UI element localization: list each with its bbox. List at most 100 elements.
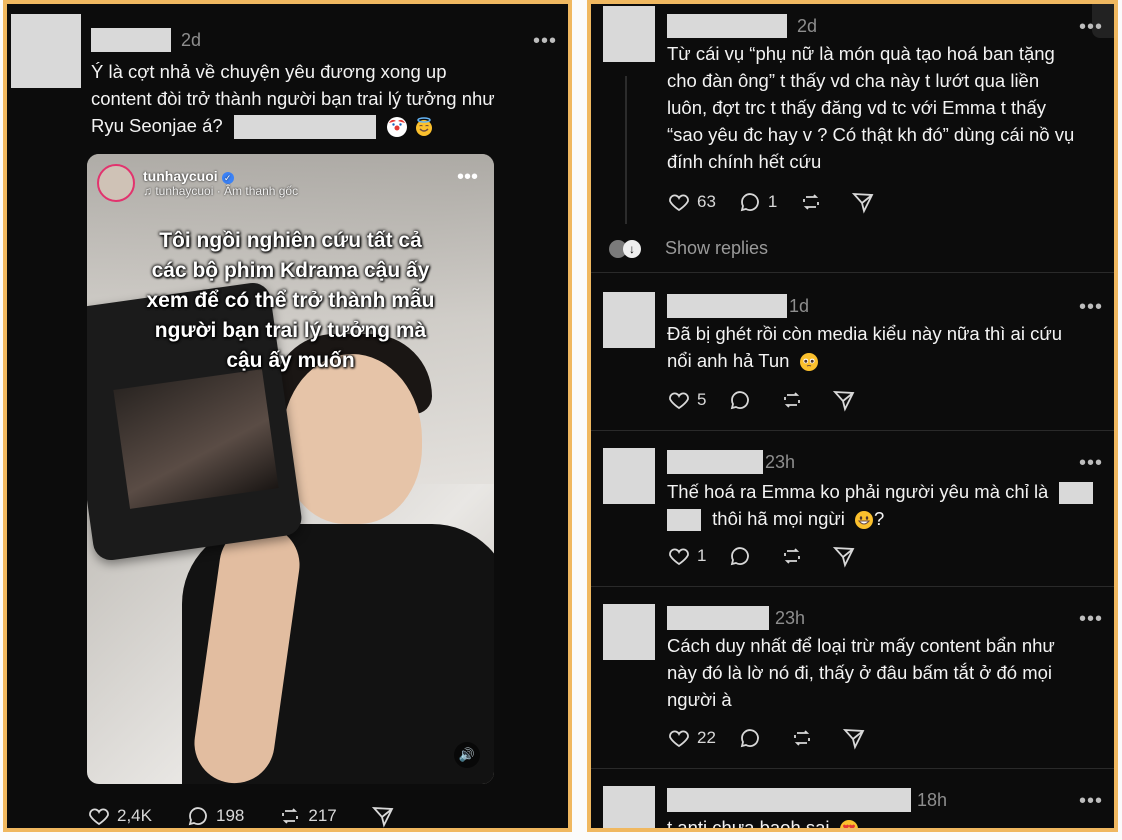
video-username-text: tunhaycuoi bbox=[143, 168, 218, 184]
comment-time: 2d bbox=[797, 16, 818, 36]
comment-text-line: này đó là lờ nó đi, thấy ở đâu bấm tắt ở… bbox=[667, 662, 1053, 683]
repost-button[interactable] bbox=[799, 190, 829, 214]
comment-count: 198 bbox=[215, 806, 245, 825]
more-options-icon[interactable]: ••• bbox=[1079, 791, 1103, 811]
more-options-icon[interactable]: ••• bbox=[533, 31, 557, 51]
volume-icon[interactable]: 🔊 bbox=[454, 742, 480, 768]
share-button[interactable] bbox=[851, 190, 881, 214]
like-button[interactable]: 22 bbox=[667, 726, 716, 750]
avatar[interactable] bbox=[603, 786, 655, 828]
post-text-line: content đòi trở thành người bạn trai lý … bbox=[91, 88, 495, 109]
comment-text-line: cho đàn ông” t thấy vd cha này t lướt qu… bbox=[667, 70, 1040, 91]
send-icon bbox=[833, 546, 855, 568]
avatar[interactable] bbox=[603, 292, 655, 348]
comment-text-line: t anti chưa baoh sai bbox=[667, 814, 1107, 832]
comment-icon bbox=[740, 193, 759, 212]
comment-text-line: người à bbox=[667, 689, 732, 710]
comment-text: t anti chưa baoh sai bbox=[667, 814, 1107, 832]
send-icon bbox=[833, 390, 855, 412]
send-icon bbox=[842, 728, 865, 750]
username-redacted[interactable] bbox=[667, 14, 787, 38]
share-button[interactable] bbox=[842, 726, 872, 750]
heart-icon bbox=[669, 730, 689, 748]
divider bbox=[591, 272, 1114, 273]
comment-time: 18h bbox=[917, 790, 948, 810]
redacted-text bbox=[1059, 482, 1094, 505]
comment-button[interactable]: 198 bbox=[186, 804, 244, 828]
repost-button[interactable] bbox=[790, 726, 820, 750]
video-header: tunhaycuoi ✓ ♫ tunhaycuoi · Âm thanh gốc bbox=[97, 164, 298, 202]
repost-icon bbox=[784, 548, 801, 564]
comment-icon bbox=[731, 547, 750, 566]
comment-button[interactable] bbox=[728, 388, 758, 412]
comment-button[interactable] bbox=[738, 726, 768, 750]
avatar[interactable] bbox=[603, 448, 655, 504]
comment-time: 23h bbox=[765, 452, 796, 472]
avatar[interactable] bbox=[603, 6, 655, 62]
show-replies-link[interactable]: Show replies bbox=[665, 238, 768, 259]
more-options-icon[interactable]: ••• bbox=[1079, 17, 1103, 37]
comment-text-segment: thôi hã mọi ngừi bbox=[712, 508, 845, 529]
comments-panel: 2d ••• Từ cái vụ “phụ nữ là món quà tạo … bbox=[587, 0, 1118, 832]
comment-text-line: “sao yêu đc hay v ? Có thật kh đó” dùng … bbox=[667, 124, 1075, 145]
video-more-options-icon[interactable]: ••• bbox=[457, 167, 478, 187]
share-button[interactable] bbox=[371, 804, 401, 828]
like-button[interactable]: 63 bbox=[667, 190, 716, 214]
heart-eyes-emoji-icon bbox=[839, 819, 859, 828]
like-count: 22 bbox=[697, 728, 716, 747]
share-button[interactable] bbox=[832, 388, 862, 412]
left-post-panel: 2d ••• Ý là cợt nhả về chuyện yêu đương … bbox=[3, 0, 572, 832]
comment-icon bbox=[740, 729, 759, 748]
post-text-line: Ý là cợt nhả về chuyện yêu đương xong up bbox=[91, 61, 447, 82]
share-button[interactable] bbox=[832, 544, 862, 568]
more-options-icon[interactable]: ••• bbox=[1079, 297, 1103, 317]
username-redacted[interactable] bbox=[667, 294, 787, 318]
comment-button[interactable] bbox=[728, 544, 758, 568]
clown-emoji-icon bbox=[386, 117, 407, 138]
like-button[interactable]: 2,4K bbox=[87, 804, 152, 828]
repost-icon bbox=[803, 194, 820, 210]
more-options-icon[interactable]: ••• bbox=[1079, 609, 1103, 629]
comment-text-line: Cách duy nhất để loại trừ mấy content bẩ… bbox=[667, 635, 1055, 656]
avatar[interactable] bbox=[603, 604, 655, 660]
post-actions: 2,4K 198 217 bbox=[87, 804, 423, 828]
like-count: 1 bbox=[697, 546, 707, 565]
comment-text-line: nổi anh hả Tun bbox=[667, 347, 1107, 374]
username-redacted[interactable] bbox=[667, 606, 769, 630]
video-username[interactable]: tunhaycuoi ✓ bbox=[143, 168, 298, 184]
username-redacted[interactable] bbox=[91, 28, 171, 52]
repost-icon bbox=[784, 392, 801, 408]
username-redacted[interactable] bbox=[667, 450, 763, 474]
video-sound[interactable]: ♫ tunhaycuoi · Âm thanh gốc bbox=[143, 184, 298, 198]
like-count: 5 bbox=[697, 390, 707, 409]
post-text-segment: Ryu Seonjae á? bbox=[91, 115, 223, 136]
post-text: Ý là cợt nhả về chuyện yêu đương xong up… bbox=[91, 58, 561, 140]
halo-smile-emoji-icon bbox=[414, 117, 434, 137]
video-caption-line: cậu ấy muốn bbox=[226, 349, 355, 372]
repost-button[interactable]: 217 bbox=[278, 804, 337, 828]
comment-time: 1d bbox=[789, 296, 810, 316]
video-thumbnail[interactable]: Tôi ngồi nghiên cứu tất cả các bộ phim K… bbox=[87, 154, 494, 784]
comment-button[interactable]: 1 bbox=[738, 190, 777, 214]
like-button[interactable]: 5 bbox=[667, 388, 706, 412]
heart-icon bbox=[89, 808, 109, 826]
like-button[interactable]: 1 bbox=[667, 544, 706, 568]
repost-button[interactable] bbox=[780, 544, 810, 568]
post-time: 2d bbox=[181, 30, 202, 50]
comment-text-segment: t anti chưa baoh sai bbox=[667, 817, 830, 832]
repost-button[interactable] bbox=[780, 388, 810, 412]
video-avatar[interactable] bbox=[97, 164, 135, 202]
video-sound-text: tunhaycuoi · Âm thanh gốc bbox=[155, 184, 299, 198]
username-redacted[interactable] bbox=[667, 788, 911, 812]
comment-text-segment: Thế hoá ra Emma ko phải người yêu mà chỉ… bbox=[667, 481, 1049, 502]
repost-count: 217 bbox=[308, 806, 337, 825]
comment-text-segment: nổi anh hả Tun bbox=[667, 350, 790, 371]
repost-icon bbox=[794, 730, 810, 746]
music-note-icon: ♫ bbox=[143, 184, 156, 198]
more-options-icon[interactable]: ••• bbox=[1079, 453, 1103, 473]
comment-time: 23h bbox=[775, 608, 806, 628]
avatar[interactable] bbox=[11, 14, 81, 88]
video-meta: tunhaycuoi ✓ ♫ tunhaycuoi · Âm thanh gốc bbox=[143, 168, 298, 198]
heart-icon bbox=[669, 194, 689, 212]
send-icon bbox=[371, 806, 394, 828]
